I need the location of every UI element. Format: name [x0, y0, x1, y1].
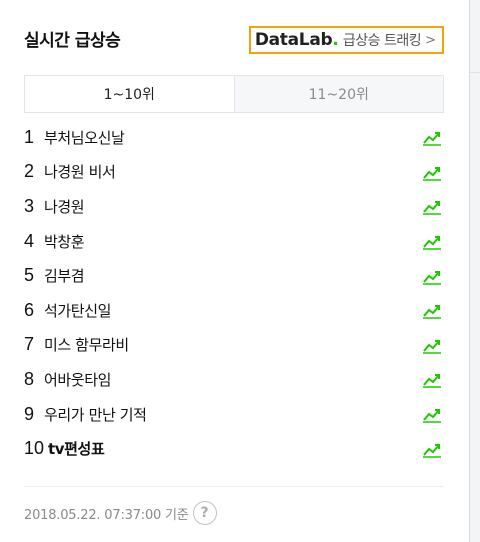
datalab-logo: DataLab — [254, 30, 333, 50]
panel-footer: 2018.05.22. 07:37:00 기준 ? — [24, 500, 217, 526]
keyword-link[interactable]: 부처님오신날 — [44, 127, 125, 148]
ranking-row[interactable]: 8 어바웃타임 — [24, 362, 444, 397]
keyword-link[interactable]: 어바웃타임 — [44, 369, 111, 390]
panel-header: 실시간 급상승 DataLab . 급상승 트래킹 > — [24, 20, 444, 60]
keyword-link[interactable]: 나경원 비서 — [44, 161, 116, 182]
trend-up-icon — [423, 236, 441, 250]
trend-up-icon — [423, 270, 441, 285]
datalab-link-label: 급상승 트래킹 — [342, 33, 422, 49]
ranking-row[interactable]: 1 부처님오신날 — [24, 120, 444, 155]
keyword-link[interactable]: 우리가 만난 기적 — [44, 404, 147, 425]
keyword-link[interactable]: tv편성표 — [48, 438, 105, 459]
trend-up-icon — [423, 201, 441, 216]
keyword-link[interactable]: 박창훈 — [44, 231, 85, 252]
rank-number: 5 — [24, 265, 35, 286]
rank-number: 3 — [24, 195, 35, 216]
trend-up-icon — [423, 409, 441, 423]
ranking-row[interactable]: 5 김부겸 — [24, 258, 444, 293]
gutter-divider — [470, 72, 480, 73]
rank-number: 4 — [24, 230, 35, 251]
chevron-right-icon: > — [425, 32, 436, 48]
ranking-list: 1 부처님오신날 2 나경원 비서 3 나경원 4 박창훈 5 김부겸 6 석가… — [24, 120, 444, 466]
rank-range-tabs: 1~10위 11~20위 — [24, 75, 444, 113]
ranking-row[interactable]: 3 나경원 — [24, 189, 444, 224]
keyword-link[interactable]: 미스 함무라비 — [44, 334, 129, 355]
ranking-row[interactable]: 6 석가탄신일 — [24, 293, 444, 328]
tab-rank-11-20[interactable]: 11~20위 — [233, 76, 443, 112]
realtime-trending-panel: 실시간 급상승 DataLab . 급상승 트래킹 > 1~10위 11~20위… — [0, 0, 470, 542]
ranking-row[interactable]: 7 미스 함무라비 — [24, 328, 444, 363]
rank-number: 1 — [24, 126, 35, 147]
ranking-row[interactable]: 4 박창훈 — [24, 224, 444, 259]
ranking-row[interactable]: 2 나경원 비서 — [24, 155, 444, 190]
datalab-logo-dot: . — [332, 30, 339, 50]
keyword-link[interactable]: 김부겸 — [44, 265, 85, 286]
rank-number: 8 — [24, 368, 35, 389]
trend-up-icon — [423, 166, 441, 181]
keyword-link[interactable]: 석가탄신일 — [44, 300, 111, 321]
tab-rank-1-10[interactable]: 1~10위 — [25, 76, 234, 112]
help-icon[interactable]: ? — [192, 501, 217, 525]
rank-number: 2 — [24, 161, 35, 182]
panel-title: 실시간 급상승 — [24, 31, 121, 51]
rank-number: 6 — [24, 299, 35, 320]
update-timestamp: 2018.05.22. 07:37:00 기준 — [24, 507, 189, 523]
ranking-row[interactable]: 10 tv편성표 — [24, 431, 444, 466]
trend-up-icon — [423, 339, 441, 354]
datalab-trending-link[interactable]: DataLab . 급상승 트래킹 > — [248, 26, 444, 54]
trend-up-icon — [423, 443, 441, 458]
trend-up-icon — [423, 374, 441, 389]
rank-number: 7 — [24, 334, 35, 355]
rank-number: 9 — [24, 403, 35, 424]
right-gutter — [470, 0, 480, 542]
trend-up-icon — [423, 132, 441, 147]
keyword-link[interactable]: 나경원 — [44, 196, 85, 217]
ranking-row[interactable]: 9 우리가 만난 기적 — [24, 397, 444, 432]
footer-divider — [24, 486, 444, 487]
rank-number: 10 — [24, 438, 45, 459]
trend-up-icon — [423, 305, 441, 320]
